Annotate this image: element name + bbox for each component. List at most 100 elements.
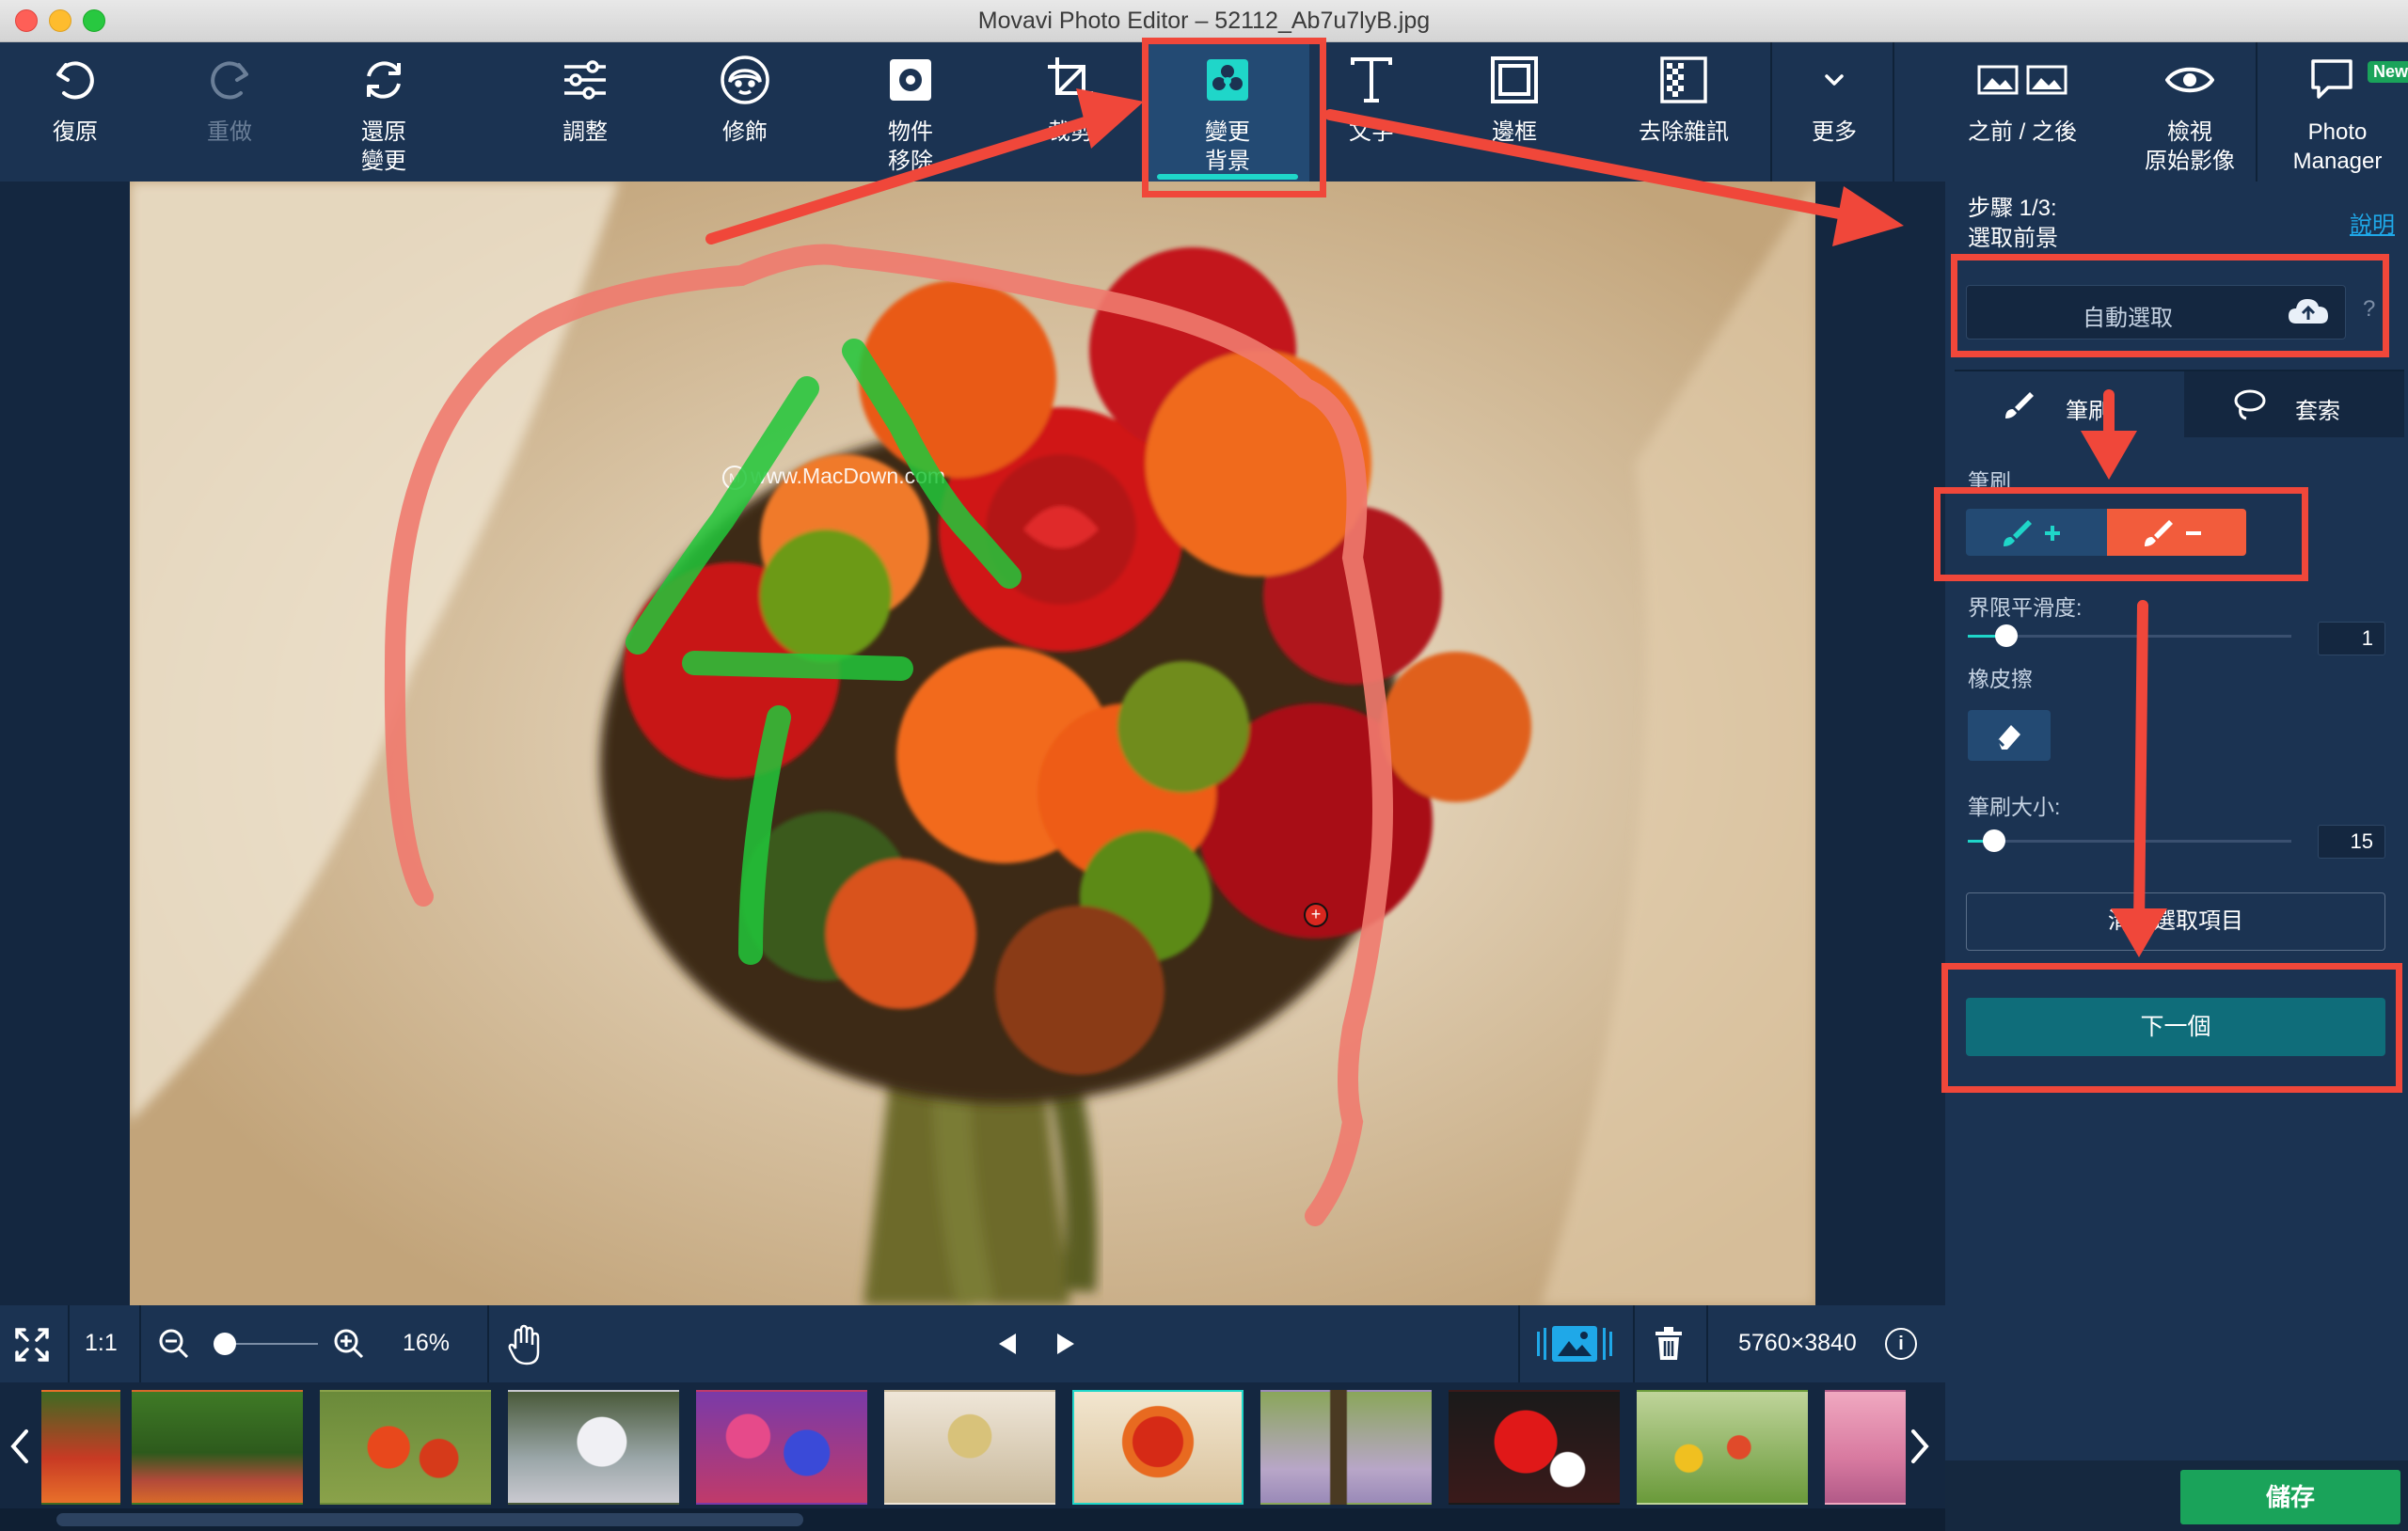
reset-label: 還原 變更 [361, 119, 406, 174]
filmstrip-thumbnail[interactable] [1260, 1390, 1432, 1505]
brush-size-slider-track[interactable] [1968, 829, 2291, 852]
actual-size-button[interactable]: 1:1 [85, 1330, 118, 1357]
smoothness-slider-thumb[interactable] [1995, 624, 2018, 647]
canvas-bottom-bar: 1:1 16% 5760×3840 i [0, 1305, 1945, 1382]
brush-icon [2004, 390, 2034, 425]
photo-manager-label: Photo Manager [2292, 119, 2383, 174]
eraser-button[interactable] [1968, 710, 2051, 761]
window-titlebar: Movavi Photo Editor – 52112_Ab7u7lyB.jpg [0, 0, 2408, 42]
filmstrip-thumbnail[interactable] [1637, 1390, 1808, 1505]
text-label: 文字 [1349, 119, 1394, 145]
add-brush-cursor-icon: + [1304, 903, 1328, 927]
filmstrip-thumbnail[interactable] [696, 1390, 867, 1505]
annotation-box-auto-select [1951, 254, 2389, 357]
previous-image-icon[interactable] [993, 1330, 1022, 1363]
filmstrip-prev-icon[interactable] [6, 1428, 34, 1470]
zoom-slider-thumb[interactable] [214, 1333, 236, 1355]
before-after-label: 之前 / 之後 [1967, 119, 2077, 145]
info-icon[interactable]: i [1885, 1328, 1917, 1360]
zoom-percent: 16% [403, 1330, 451, 1356]
view-original-button[interactable]: 檢視 原始影像 [2135, 42, 2244, 182]
before-after-icon [1977, 42, 2067, 118]
chevron-down-icon [1819, 42, 1849, 118]
filmstrip-thumbnail[interactable] [41, 1390, 120, 1505]
trash-icon[interactable] [1654, 1326, 1684, 1366]
canvas-gutter-right [1815, 182, 1945, 1305]
undo-label: 復原 [53, 119, 98, 145]
new-badge: New [2368, 61, 2408, 83]
filmstrip-thumbnail-selected[interactable] [1072, 1390, 1244, 1505]
filmstrip-thumbnail[interactable] [132, 1390, 303, 1505]
before-after-button[interactable]: 之前 / 之後 [1956, 42, 2088, 182]
filmstrip-thumbnail[interactable] [320, 1390, 491, 1505]
denoise-label: 去除雜訊 [1639, 119, 1729, 145]
help-link[interactable]: 說明 [2350, 206, 2395, 239]
adjust-label: 調整 [562, 119, 608, 145]
brush-size-value-field[interactable]: 15 [2318, 825, 2385, 859]
lasso-icon [2233, 388, 2267, 427]
filmstrip-toggle-icon[interactable] [1537, 1322, 1612, 1370]
tab-lasso[interactable]: 套索 [2184, 371, 2404, 437]
redo-label: 重做 [207, 119, 252, 145]
eraser-label: 橡皮擦 [1968, 667, 2033, 691]
photo-manager-button[interactable]: New Photo Manager [2269, 42, 2408, 182]
zoom-slider-track[interactable] [214, 1333, 318, 1355]
crop-button[interactable]: 裁剪 [1016, 42, 1125, 182]
filmstrip [0, 1382, 1945, 1508]
canvas-gutter-left [0, 182, 130, 1305]
filmstrip-scrollbar[interactable] [0, 1508, 1945, 1531]
retouch-label: 修飾 [722, 119, 768, 145]
zoom-out-icon[interactable] [158, 1328, 190, 1365]
photo-manager-icon: New [2309, 42, 2408, 118]
window-title: Movavi Photo Editor – 52112_Ab7u7lyB.jpg [977, 8, 1431, 34]
more-label: 更多 [1812, 119, 1857, 145]
eraser-icon [1996, 725, 2020, 750]
text-button[interactable]: 文字 [1317, 42, 1426, 182]
undo-icon [51, 42, 100, 118]
more-button[interactable]: 更多 [1780, 42, 1889, 182]
bottom-separator [487, 1305, 489, 1382]
tab-brush[interactable]: 筆刷 [1955, 371, 2184, 437]
filmstrip-scroll-thumb[interactable] [56, 1513, 803, 1526]
filmstrip-thumbnail[interactable] [1449, 1390, 1620, 1505]
annotation-box-brush-buttons [1934, 487, 2308, 581]
redo-button[interactable]: 重做 [175, 42, 284, 182]
save-button[interactable]: 儲存 [2180, 1470, 2400, 1524]
hand-tool-icon[interactable] [506, 1324, 544, 1370]
retouch-button[interactable]: 修飾 [690, 42, 800, 182]
zoom-in-icon[interactable] [333, 1328, 365, 1365]
denoise-button[interactable]: 去除雜訊 [1624, 42, 1744, 182]
crop-label: 裁剪 [1048, 119, 1093, 145]
brush-size-slider-thumb[interactable] [1983, 829, 2005, 852]
filmstrip-thumbnail[interactable] [1825, 1390, 1906, 1505]
smoothness-slider-track[interactable] [1968, 624, 2291, 647]
toolbar-separator [2256, 42, 2258, 182]
clear-selection-button[interactable]: 清除選取項目 [1966, 892, 2385, 951]
object-removal-icon [886, 42, 935, 118]
toolbar-separator [1893, 42, 1894, 182]
view-original-label: 檢視 原始影像 [2145, 119, 2235, 174]
photo-canvas[interactable]: Mwww.MacDown.com + [130, 182, 1815, 1305]
filmstrip-thumbnail[interactable] [884, 1390, 1055, 1505]
noise-icon [1659, 42, 1708, 118]
filmstrip-next-icon[interactable] [1906, 1428, 1934, 1470]
crop-icon [1046, 42, 1095, 118]
bottom-separator [1706, 1305, 1708, 1382]
annotation-box-change-background [1142, 38, 1326, 197]
bottom-separator [68, 1305, 70, 1382]
save-bar: 儲存 [1945, 1460, 2408, 1531]
next-image-icon[interactable] [1052, 1330, 1080, 1363]
eye-icon [2165, 42, 2214, 118]
object-removal-button[interactable]: 物件 移除 [856, 42, 965, 182]
smoothness-value-field[interactable]: 1 [2318, 622, 2385, 655]
sliders-icon [561, 42, 610, 118]
toolbar-separator [1770, 42, 1772, 182]
filmstrip-thumbnail[interactable] [508, 1390, 679, 1505]
annotation-box-next [1941, 963, 2402, 1093]
reset-changes-button[interactable]: 還原 變更 [329, 42, 438, 182]
bottom-separator [139, 1305, 141, 1382]
fit-screen-icon[interactable] [13, 1326, 51, 1368]
frames-button[interactable]: 邊框 [1460, 42, 1569, 182]
undo-button[interactable]: 復原 [21, 42, 130, 182]
adjust-button[interactable]: 調整 [531, 42, 640, 182]
